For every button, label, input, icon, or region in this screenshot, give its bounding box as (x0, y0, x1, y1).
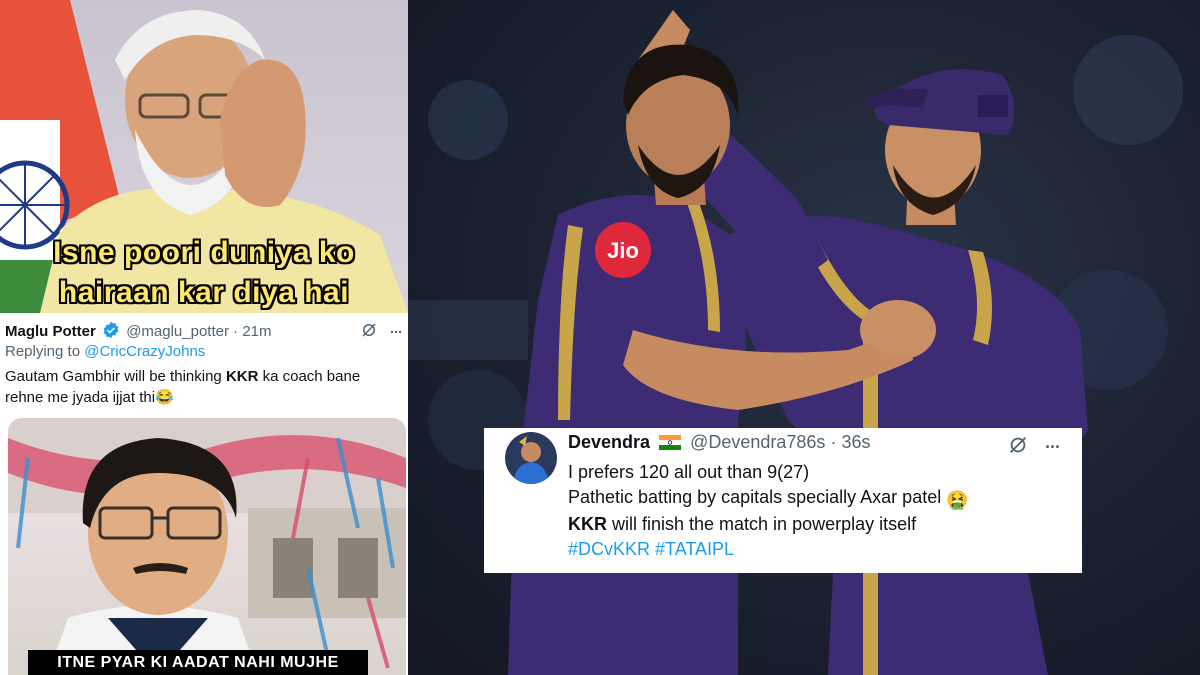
tweet-line-3-bold: KKR (568, 514, 607, 534)
bottom-meme-illustration (8, 418, 406, 675)
india-flag-icon (659, 434, 682, 455)
author-handle[interactable]: @maglu_potter (126, 323, 229, 340)
bottom-meme-image (8, 418, 406, 675)
replying-to-label: Replying to (5, 343, 81, 360)
grok-icon[interactable] (360, 321, 378, 343)
meme-caption-line1: Isne poori duniya ko (53, 236, 355, 269)
tweet-text: Gautam Gambhir will be thinking KKR ka c… (5, 366, 400, 408)
tweet-text-start: Gautam Gambhir will be thinking (5, 368, 226, 385)
avatar[interactable] (505, 432, 557, 484)
kkr-players-photo: Jio (408, 0, 1200, 675)
tweet-line-3-text: will finish the match in powerplay itsel… (607, 514, 917, 534)
replying-to: Replying to @CricCrazyJohns (5, 343, 205, 360)
hashtags-link[interactable]: #DCvKKR #TATAIPL (568, 537, 1068, 562)
replying-to-handle[interactable]: @CricCrazyJohns (84, 343, 205, 360)
tweet-actions: ··· (1007, 434, 1061, 461)
separator-dot: · (233, 323, 239, 340)
overlay-tweet: Devendra @Devendra786s · 36s ··· I prefe… (484, 428, 1082, 573)
tweet-header: Maglu Potter @maglu_potter · 21m (5, 321, 272, 343)
tweet-time[interactable]: 36s (841, 432, 870, 452)
jersey-sponsor-logo: Jio (607, 238, 639, 263)
tweet-line-2: Pathetic batting by capitals specially A… (568, 485, 1068, 513)
laughing-emoji: 😂 (155, 389, 174, 406)
vomiting-emoji: 🤮 (946, 489, 969, 510)
tweet-line-3: KKR will finish the match in powerplay i… (568, 512, 1068, 537)
author-name[interactable]: Devendra (568, 432, 650, 452)
verified-badge-icon (102, 321, 120, 343)
top-meme-image: Isne poori duniya ko hairaan kar diya ha… (0, 0, 408, 313)
more-icon[interactable]: ··· (1045, 437, 1061, 458)
author-handle[interactable]: @Devendra786s (690, 432, 825, 452)
tweet-text-bold: KKR (225, 368, 259, 385)
tweet-text: I prefers 120 all out than 9(27) Patheti… (568, 460, 1068, 561)
meme-caption-line2: hairaan kar diya hai (58, 276, 350, 309)
players-illustration: Jio (408, 10, 1183, 675)
tweet-time[interactable]: 21m (242, 323, 271, 340)
author-name[interactable]: Maglu Potter (5, 323, 96, 340)
separator-dot: · (830, 432, 837, 452)
tweet-line-1: I prefers 120 all out than 9(27) (568, 462, 810, 482)
tweet-actions: ··· (360, 321, 403, 343)
tweet-header: Devendra @Devendra786s · 36s (568, 432, 871, 455)
grok-icon[interactable] (1007, 434, 1029, 461)
bottom-meme-caption: ITNE PYAR KI AADAT NAHI MUJHE (28, 650, 368, 675)
tweet-line-2-text: Pathetic batting by capitals specially A… (568, 486, 942, 507)
more-icon[interactable]: ··· (390, 324, 403, 341)
